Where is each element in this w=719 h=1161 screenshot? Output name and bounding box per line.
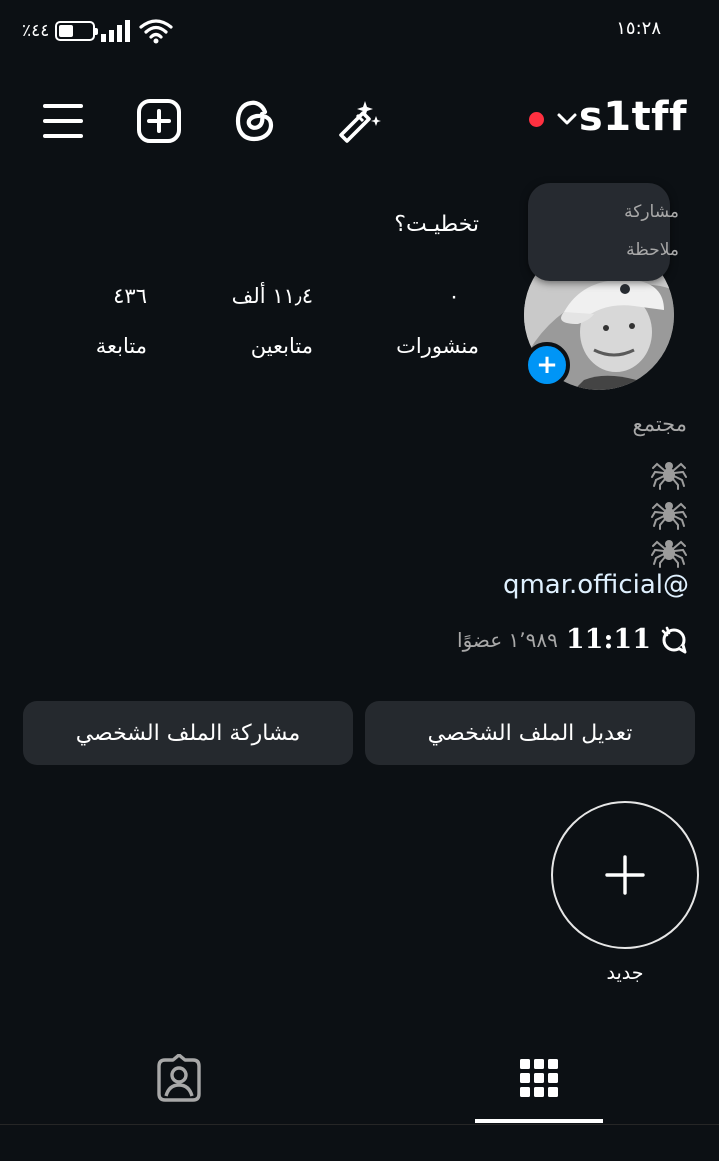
chevron-down-icon[interactable]	[556, 108, 578, 130]
posts-count: ٠	[448, 284, 460, 308]
threads-icon[interactable]	[230, 96, 280, 146]
new-highlight-button[interactable]	[551, 801, 699, 949]
followers-count[interactable]: ١١٫٤ ألف	[232, 284, 313, 308]
note-tail	[620, 284, 630, 294]
community-chat-icon	[661, 626, 687, 653]
following-count[interactable]: ٤٣٦	[113, 284, 147, 308]
community-name: 11:11	[565, 624, 651, 655]
battery-icon	[55, 21, 99, 41]
following-label[interactable]: متابعة	[96, 334, 147, 358]
spider-icon	[651, 454, 687, 490]
followers-label[interactable]: متابعين	[251, 334, 313, 358]
bio-link[interactable]: qmar.official@	[503, 570, 689, 600]
ai-wand-icon[interactable]	[334, 96, 384, 146]
divider	[0, 1124, 719, 1125]
posts-label: منشورات	[396, 334, 479, 358]
community-members: ١٬٩٨٩ عضوًا	[457, 627, 558, 652]
signal-icon	[101, 20, 131, 42]
live-status-dot	[529, 112, 544, 127]
create-icon[interactable]	[134, 96, 184, 146]
new-highlight-label: جديد	[606, 962, 644, 984]
edit-profile-button[interactable]: تعديل الملف الشخصي	[365, 701, 695, 765]
spider-icon	[651, 494, 687, 530]
display-name: تخطيـت؟	[394, 212, 479, 237]
category-label: مجتمع	[632, 412, 687, 436]
username[interactable]: s1tff	[579, 94, 687, 140]
wifi-icon	[139, 19, 174, 44]
grid-icon[interactable]	[509, 1050, 569, 1106]
battery-percentage: ٪٤٤	[22, 21, 50, 41]
status-bar-left: ٪٤٤	[22, 18, 174, 44]
menu-icon[interactable]	[38, 96, 88, 146]
share-profile-button[interactable]: مشاركة الملف الشخصي	[23, 701, 353, 765]
spider-icon	[651, 532, 687, 568]
add-story-button[interactable]: +	[524, 342, 570, 388]
tagged-icon[interactable]	[149, 1050, 209, 1106]
plus-icon	[605, 855, 645, 895]
note-line-2: ملاحظة	[626, 240, 679, 260]
note-bubble[interactable]	[528, 183, 670, 281]
community-chip[interactable]: ١٬٩٨٩ عضوًا 11:11	[457, 624, 689, 655]
status-time: ١٥:٢٨	[616, 18, 661, 39]
active-tab-indicator	[475, 1119, 603, 1123]
note-line-1: مشاركة	[624, 202, 679, 222]
